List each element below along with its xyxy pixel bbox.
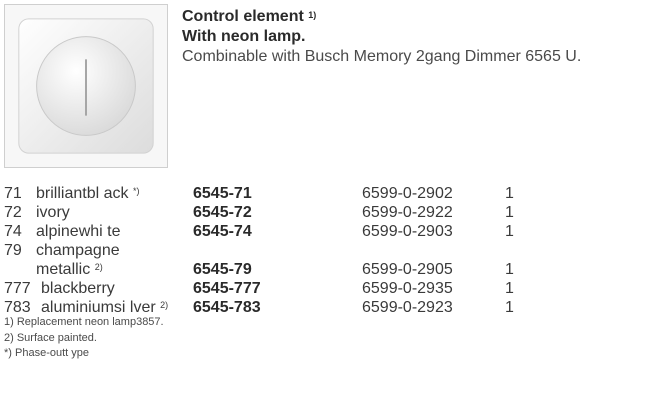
order-number: 6599-0-2905: [362, 261, 453, 278]
order-number: 6599-0-2902: [362, 185, 453, 202]
article-number: 6545-777: [193, 280, 261, 297]
footnote-ref: 2): [160, 300, 169, 310]
color-name: brilliantbl ack *): [36, 185, 140, 202]
pack-quantity: 1: [505, 280, 514, 297]
color-name: ivory: [36, 204, 70, 221]
product-image: [4, 4, 168, 168]
color-code: 71: [4, 185, 22, 202]
order-number: 6599-0-2922: [362, 204, 453, 221]
pack-quantity: 1: [505, 261, 514, 278]
order-number: 6599-0-2935: [362, 280, 453, 297]
pack-quantity: 1: [505, 223, 514, 240]
article-number: 6545-71: [193, 185, 252, 202]
product-description: Combinable with Busch Memory 2gang Dimme…: [182, 48, 582, 65]
color-name-line2: metallic 2): [36, 261, 103, 278]
color-code: 777: [4, 280, 31, 297]
pack-quantity: 1: [505, 185, 514, 202]
pack-quantity: 1: [505, 299, 514, 316]
footnote-ref: *): [132, 186, 140, 196]
color-code: 79: [4, 242, 22, 259]
article-number: 6545-72: [193, 204, 252, 221]
color-code: 74: [4, 223, 22, 240]
footnote-ref: 2): [94, 262, 103, 272]
product-title: Control element 1): [182, 8, 317, 25]
color-code: 72: [4, 204, 22, 221]
color-name-line1: champagne: [36, 242, 120, 259]
article-number: 6545-783: [193, 299, 261, 316]
product-header: Control element 1) With neon lamp. Combi…: [182, 7, 581, 67]
footnote-ref: 1): [308, 10, 317, 20]
pack-quantity: 1: [505, 204, 514, 221]
article-number: 6545-79: [193, 261, 252, 278]
color-name: alpinewhi te: [36, 223, 121, 240]
footnote-2: 2) Surface painted.: [4, 331, 97, 344]
footnote-1: 1) Replacement neon lamp3857.: [4, 316, 164, 328]
footnotes: 1) Replacement neon lamp3857. 2) Surface…: [4, 315, 164, 362]
order-number: 6599-0-2923: [362, 299, 453, 316]
footnote-phase-out: *) Phase-outt ype: [4, 347, 89, 359]
article-number: 6545-74: [193, 223, 252, 240]
color-name: blackberry: [41, 280, 115, 297]
order-number: 6599-0-2903: [362, 223, 453, 240]
product-subtitle: With neon lamp.: [182, 28, 306, 45]
